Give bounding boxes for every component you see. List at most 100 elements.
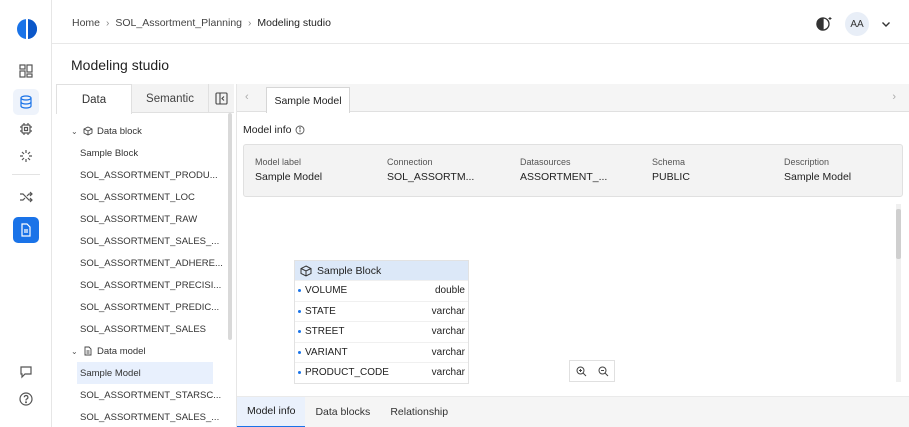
field-name: VARIANT (305, 346, 348, 358)
info-icon[interactable] (295, 125, 305, 135)
field-type: varchar (431, 367, 465, 379)
zoom-in-icon[interactable] (576, 366, 587, 377)
tab-scroll-left-icon[interactable]: ‹ (245, 91, 249, 103)
tree-item[interactable]: SOL_ASSORTMENT_RAW (56, 208, 228, 230)
block-field-row[interactable]: PRODUCT_CODE varchar (295, 362, 468, 383)
field-value: ASSORTMENT_... (520, 171, 608, 183)
shuffle-nav-button[interactable] (13, 184, 39, 210)
avatar[interactable]: AA (845, 12, 869, 36)
tree-item[interactable]: SOL_ASSORTMENT_LOC (56, 186, 228, 208)
breadcrumb-current: Modeling studio (257, 17, 331, 29)
model-info-title: Model info (243, 124, 292, 136)
bottom-tab-model-info[interactable]: Model info (237, 396, 306, 427)
schema-field: Schema PUBLIC (652, 157, 690, 183)
magic-nav-button[interactable] (13, 143, 39, 169)
tree-item[interactable]: SOL_ASSORTMENT_SALES (56, 318, 228, 340)
field-dot-icon (298, 330, 301, 334)
modeling-nav-button[interactable] (13, 217, 39, 243)
block-field-row[interactable]: VOLUME double (295, 280, 468, 301)
tree-item[interactable]: SOL_ASSORTMENT_ADHERE... (56, 252, 228, 274)
field-value: Sample Model (784, 171, 852, 183)
dashboard-nav-button[interactable] (13, 58, 39, 84)
field-name: VOLUME (305, 285, 348, 297)
tree-group-label: Data model (97, 345, 146, 357)
tree-item[interactable]: SOL_ASSORTMENT_SALES_... (56, 406, 228, 427)
tree-item[interactable]: SOL_ASSORTMENT_PRODU... (56, 164, 228, 186)
block-field-row[interactable]: STATE varchar (295, 300, 468, 322)
field-type: varchar (431, 326, 465, 338)
field-label: Datasources (520, 157, 571, 167)
field-label: Description (784, 157, 830, 167)
block-card-header[interactable]: Sample Block (295, 261, 468, 280)
data-tree: ⌄ Data block Sample Block SOL_ASSORTMENT… (56, 120, 228, 427)
model-tab-bar: ‹ Sample Model › (237, 84, 909, 113)
cube-icon (300, 264, 312, 277)
field-name: STATE (305, 305, 336, 317)
block-field-row[interactable]: VARIANT varchar (295, 341, 468, 363)
field-label: Model label (255, 157, 302, 167)
bottom-tab-relationship[interactable]: Relationship (380, 397, 458, 427)
field-dot-icon (298, 371, 301, 375)
icon-rail (0, 0, 52, 427)
collapse-panel-icon (215, 92, 228, 105)
shuffle-icon (20, 191, 33, 203)
description-field: Description Sample Model (784, 157, 851, 183)
top-right-controls: AA (815, 12, 891, 36)
block-card-title: Sample Block (317, 264, 382, 277)
field-name: PRODUCT_CODE (305, 367, 389, 379)
breadcrumb-project[interactable]: SOL_Assortment_Planning (115, 17, 242, 29)
cube-icon (83, 126, 93, 136)
tab-scroll-right-icon[interactable]: › (892, 91, 896, 103)
chip-icon (20, 123, 32, 135)
field-name: STREET (305, 326, 345, 338)
data-block-card[interactable]: Sample Block VOLUME double STATE varchar… (294, 260, 469, 384)
bottom-tab-data-blocks[interactable]: Data blocks (305, 397, 380, 427)
tab-semantic[interactable]: Semantic (132, 84, 208, 113)
help-nav-button[interactable] (13, 386, 39, 412)
field-value: SOL_ASSORTM... (387, 171, 475, 183)
database-icon (20, 95, 32, 109)
tree-group-label: Data block (97, 125, 142, 137)
feedback-nav-button[interactable] (13, 359, 39, 385)
tree-group-data-model[interactable]: ⌄ Data model (56, 340, 228, 362)
breadcrumb: Home › SOL_Assortment_Planning › Modelin… (72, 17, 331, 29)
chip-nav-button[interactable] (13, 116, 39, 142)
breadcrumb-home[interactable]: Home (72, 17, 100, 29)
chevron-down-icon: ⌄ (71, 126, 78, 136)
database-nav-button[interactable] (13, 89, 39, 115)
zoom-out-icon[interactable] (598, 366, 609, 377)
tree-item[interactable]: SOL_ASSORTMENT_PREDIC... (56, 296, 228, 318)
tree-item[interactable]: Sample Block (56, 142, 228, 164)
datasources-field: Datasources ASSORTMENT_... (520, 157, 607, 183)
model-editor: ‹ Sample Model › Model info Model label … (236, 84, 909, 427)
page-title: Modeling studio (71, 57, 170, 73)
field-type: double (434, 285, 465, 297)
sparkle-icon (20, 150, 32, 162)
left-panel: Data Semantic ⌄ Data block Sample Block … (56, 84, 234, 427)
feedback-icon (20, 366, 32, 379)
tree-item[interactable]: SOL_ASSORTMENT_SALES_... (56, 230, 228, 252)
chevron-down-icon[interactable] (881, 19, 891, 29)
canvas-scrollbar[interactable] (896, 209, 901, 259)
app-root: Home › SOL_Assortment_Planning › Modelin… (0, 0, 909, 427)
tab-sample-model[interactable]: Sample Model (266, 87, 350, 113)
tab-data[interactable]: Data (56, 84, 132, 114)
tree-item-selected[interactable]: Sample Model (77, 362, 213, 384)
theme-toggle-icon[interactable] (815, 15, 833, 33)
block-field-row[interactable]: STREET varchar (295, 321, 468, 342)
breadcrumb-separator-icon: › (248, 17, 252, 29)
model-info-panel: Model label Sample Model Connection SOL_… (243, 144, 903, 197)
collapse-panel-button[interactable] (208, 84, 234, 113)
tree-item[interactable]: SOL_ASSORTMENT_PRECISI... (56, 274, 228, 296)
field-label: Schema (652, 157, 686, 167)
logo-icon (17, 19, 37, 39)
field-label: Connection (387, 157, 433, 167)
zoom-controls (569, 360, 615, 382)
model-info-heading: Model info (243, 124, 305, 136)
tree-item[interactable]: SOL_ASSORTMENT_STARSC... (56, 384, 228, 406)
tree-group-data-block[interactable]: ⌄ Data block (56, 120, 228, 142)
dashboard-icon (19, 64, 33, 78)
document-icon (21, 223, 31, 237)
bottom-tabs: Model info Data blocks Relationship (237, 396, 909, 427)
tree-scrollbar[interactable] (228, 113, 232, 340)
